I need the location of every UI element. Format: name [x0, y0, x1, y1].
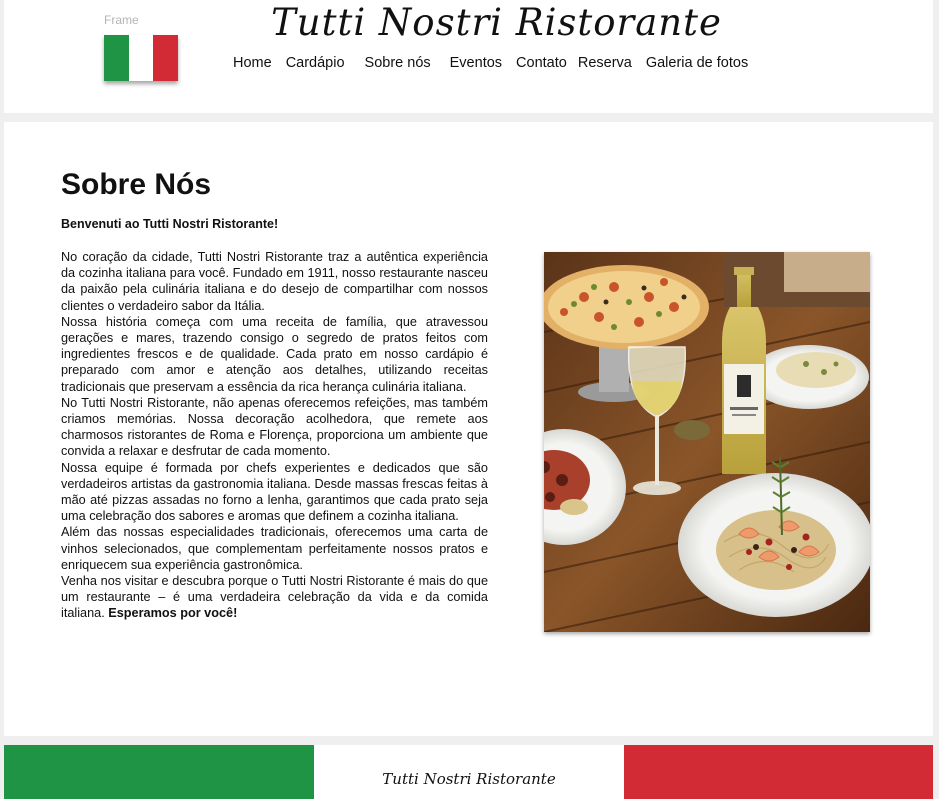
footer-red-band — [624, 745, 933, 799]
closing-paragraph: Venha nos visitar e descubra porque o Tu… — [61, 573, 488, 622]
footer-green-band — [4, 745, 314, 799]
italian-flag-logo[interactable] — [104, 35, 179, 81]
brand-title: Tutti Nostri Ristorante — [271, 1, 722, 44]
flag-red-stripe — [153, 35, 179, 81]
about-text: No coração da cidade, Tutti Nostri Risto… — [61, 249, 488, 622]
closing-bold-text: Esperamos por você! — [108, 606, 238, 621]
nav-home[interactable]: Home — [233, 55, 272, 71]
page-title: Sobre Nós — [61, 168, 212, 201]
welcome-heading: Benvenuti ao Tutti Nostri Ristorante! — [61, 217, 279, 231]
nav-reserva[interactable]: Reserva — [578, 55, 632, 71]
nav-sobre-nos[interactable]: Sobre nós — [365, 55, 431, 71]
footer-brand: Tutti Nostri Ristorante — [314, 745, 624, 799]
about-paragraph: Nossa equipe é formada por chefs experie… — [61, 460, 488, 524]
about-paragraph: Nossa história começa com uma receita de… — [61, 314, 488, 394]
about-paragraph: No coração da cidade, Tutti Nostri Risto… — [61, 250, 488, 313]
nav-contato[interactable]: Contato — [516, 55, 567, 71]
about-section: Sobre Nós Benvenuti ao Tutti Nostri Rist… — [4, 122, 933, 736]
nav-galeria-de-fotos[interactable]: Galeria de fotos — [646, 55, 748, 71]
food-photo-illustration — [544, 252, 870, 632]
food-photo — [544, 252, 870, 632]
flag-white-stripe — [128, 35, 154, 81]
site-footer: Tutti Nostri Ristorante — [4, 745, 933, 799]
about-paragraph: Além das nossas especialidades tradicion… — [61, 525, 488, 572]
frame-label: Frame — [104, 13, 139, 27]
page: Frame Tutti Nostri Ristorante Home Cardá… — [0, 0, 939, 799]
site-header: Frame Tutti Nostri Ristorante Home Cardá… — [4, 0, 933, 113]
nav-cardapio[interactable]: Cardápio — [286, 55, 345, 71]
about-paragraph: No Tutti Nostri Ristorante, não apenas o… — [61, 395, 488, 459]
flag-green-stripe — [104, 35, 129, 81]
main-nav: Home Cardápio Sobre nós Eventos Contato … — [233, 55, 748, 71]
nav-eventos[interactable]: Eventos — [450, 55, 502, 71]
